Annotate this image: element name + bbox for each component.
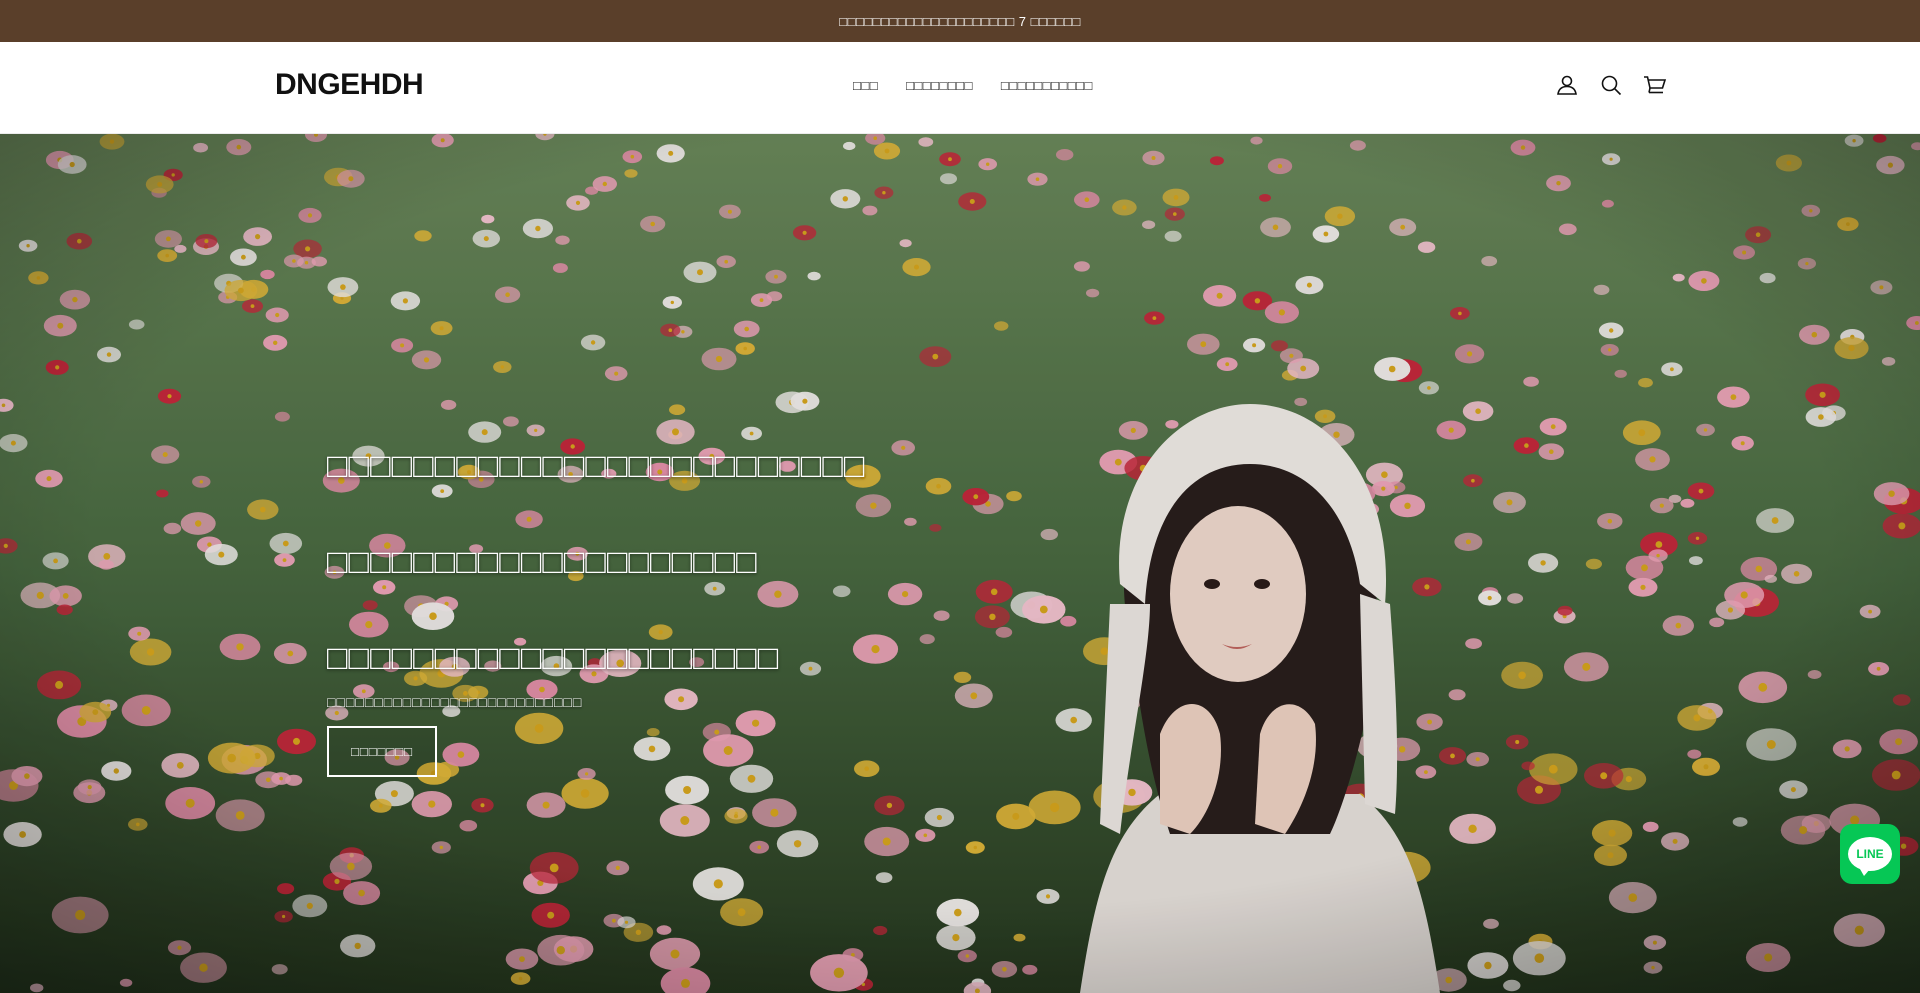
hero-subtitle: □□□□□□□□□□□□□□□□□□□□□□□□□□□ [327,694,583,710]
hero-content: □□□□□□□□□□□□□□□□□□□□□□□□□ □□□□□□□□□□□□□□… [327,446,1027,777]
main-nav: □□□ □□□□□□□□ □□□□□□□□□□□ [853,78,1093,93]
hero-heading-line-2: □□□□□□□□□□□□□□□□□□□□ [327,543,758,581]
search-icon[interactable] [1598,72,1624,98]
line-chat-label: LINE [1856,847,1884,861]
hero-heading-line-1: □□□□□□□□□□□□□□□□□□□□□□□□□ [327,447,866,485]
hero-cta-button[interactable]: □□□□□□□ [327,726,437,777]
announcement-text: □□□□□□□□□□□□□□□□□□□□□ 7 □□□□□□ [839,13,1081,29]
nav-item-contact[interactable]: □□□□□□□□□□□ [1001,78,1093,93]
announcement-bar: □□□□□□□□□□□□□□□□□□□□□ 7 □□□□□□ [0,0,1920,42]
site-logo[interactable]: DNGEHDH [275,68,424,102]
hero-banner: □□□□□□□□□□□□□□□□□□□□□□□□□ □□□□□□□□□□□□□□… [0,134,1920,993]
nav-item-home[interactable]: □□□ [853,78,878,93]
line-chat-icon: LINE [1848,837,1892,876]
account-icon[interactable] [1554,72,1580,98]
cart-icon[interactable] [1642,72,1668,98]
site-header: DNGEHDH □□□ □□□□□□□□ □□□□□□□□□□□ [0,42,1920,134]
header-icons [1554,72,1668,98]
nav-item-catalog[interactable]: □□□□□□□□ [906,78,973,93]
hero-heading-line-3: □□□□□□□□□□□□□□□□□□□□□ [327,639,780,677]
line-chat-button[interactable]: LINE [1840,824,1900,884]
